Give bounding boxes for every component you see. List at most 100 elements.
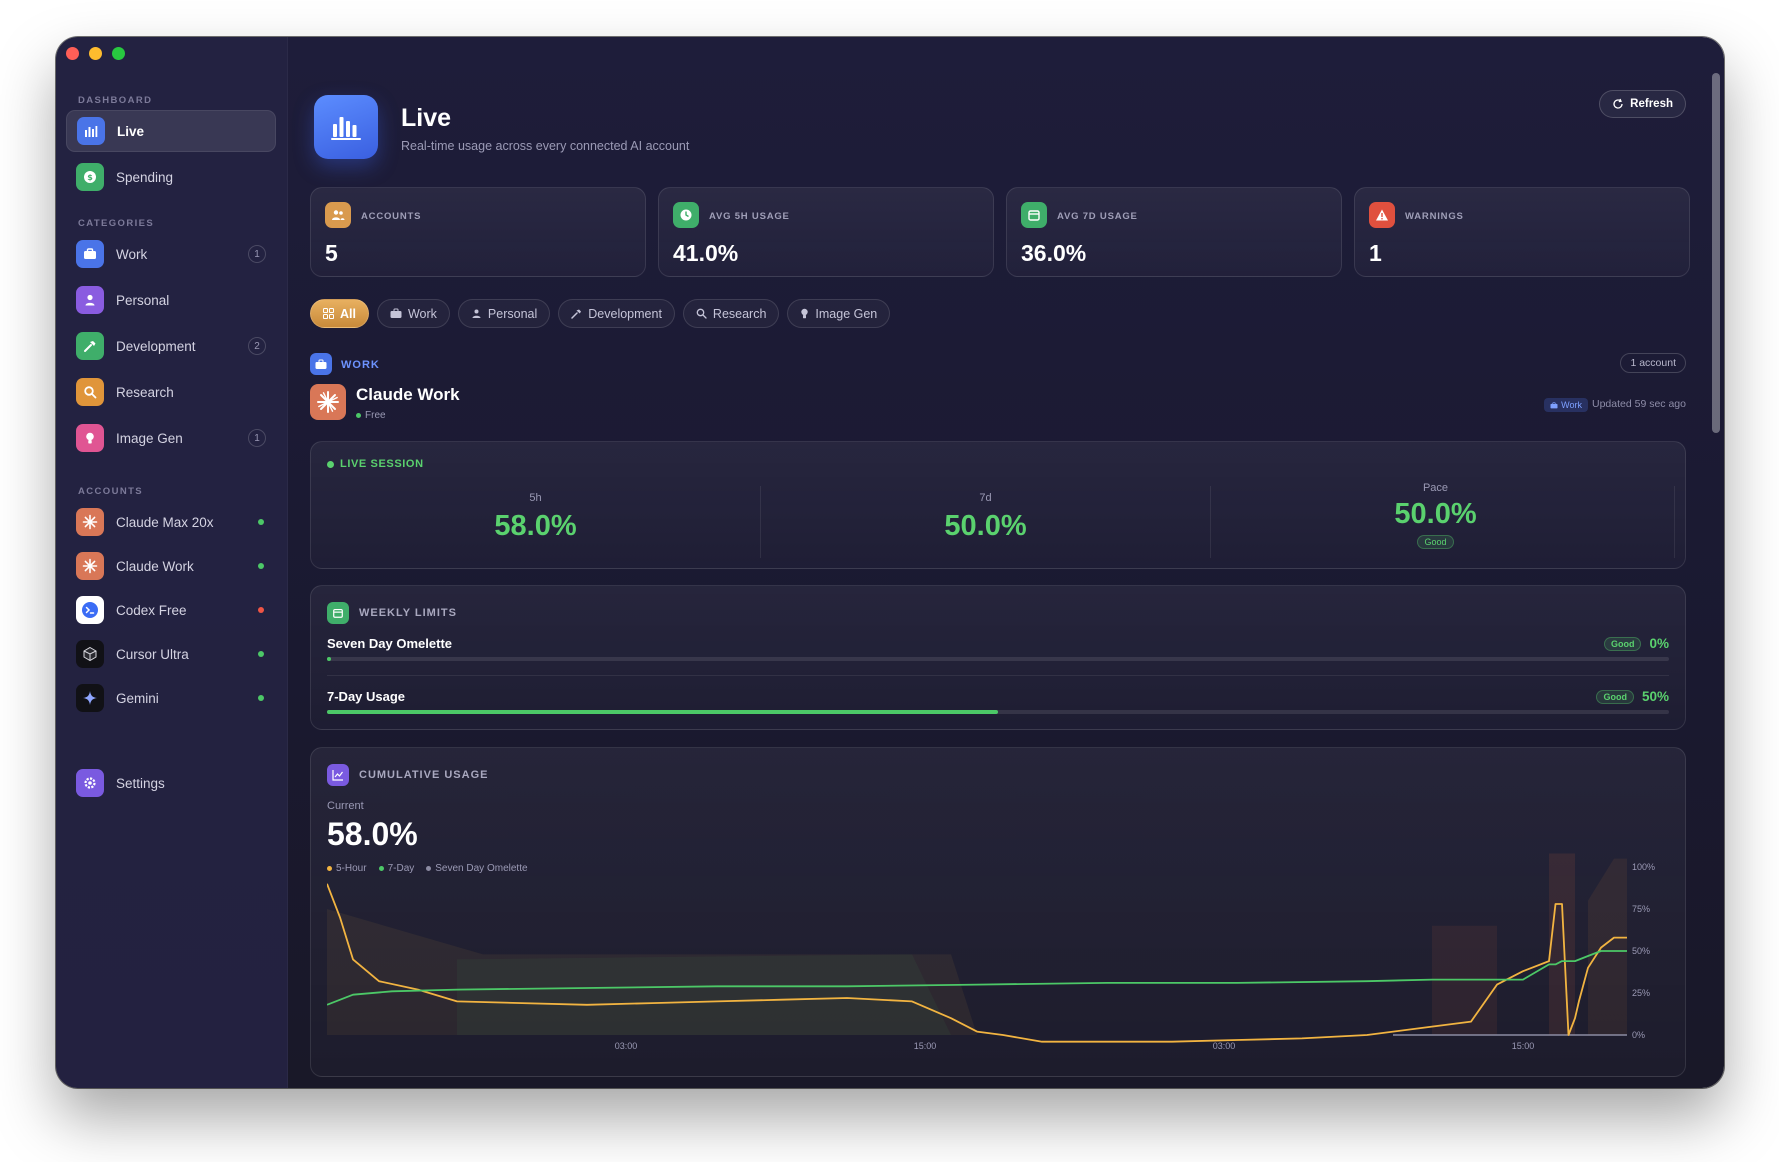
scrollbar-thumb[interactable] [1712,73,1720,433]
chip-label: Work [407,306,437,321]
y-tick-label: 25% [1632,988,1650,998]
live-indicator-dot [327,460,334,468]
limit-value: 0% [1649,636,1669,651]
metric-value: 50.0% [944,510,1027,542]
person-icon [76,286,104,314]
weekly-limits-panel: WEEKLY LIMITS Seven Day Omelette Good 0%… [310,585,1686,730]
metric-caption: Pace [1422,482,1449,494]
cumulative-usage-header: CUMULATIVE USAGE [327,764,488,786]
tag-label: Work [1561,400,1582,410]
sidebar-item-label: Spending [116,169,174,185]
limit-row-7-day-usage: 7-Day Usage Good 50% [327,689,1669,729]
briefcase-icon [390,308,402,318]
stat-card-avg-7d: AVG 7D USAGE 36.0% [1006,187,1342,277]
stat-label: AVG 7D USAGE [1057,211,1138,222]
current-label: Current [327,800,364,812]
filter-chip-personal[interactable]: Personal [457,299,551,328]
zoom-window-button[interactable] [112,47,125,60]
status-dot [258,563,264,569]
briefcase-icon [310,353,332,375]
live-session-title: LIVE SESSION [340,458,424,470]
account-count-pill: 1 account [1620,353,1686,373]
x-tick-label: 15:00 [1512,1041,1535,1051]
cumulative-usage-chart: 100% 75% 50% 25% 0% 03:00 15:00 03:00 15:00 [327,853,1655,1051]
briefcase-icon [1550,401,1558,408]
count-badge: 1 [248,245,266,263]
sidebar-item-label: Personal [116,292,170,308]
sidebar-item-work[interactable]: Work 1 [66,233,276,275]
filter-chip-development[interactable]: Development [558,299,675,328]
y-tick-label: 100% [1632,862,1655,872]
sidebar-item-development[interactable]: Development 2 [66,325,276,367]
section-categories: CATEGORIES [78,218,155,229]
account-name: Claude Work [356,385,460,404]
divider [1674,486,1675,558]
sidebar-item-research[interactable]: Research [66,371,276,413]
calendar-icon [1021,202,1047,228]
main-content: Live Real-time usage across every connec… [288,37,1724,1088]
status-dot [258,607,264,613]
cumulative-usage-panel: CUMULATIVE USAGE Current 58.0% 5-Hour 7-… [310,747,1686,1077]
sidebar-account-cursor-ultra[interactable]: Cursor Ultra [66,633,276,675]
metric-pace: Pace 50.0% Good [1211,472,1660,549]
chart-area-7-day [457,954,951,1035]
sidebar-item-image-gen[interactable]: Image Gen 1 [66,417,276,459]
filter-chip-work[interactable]: Work [376,299,450,328]
status-badge: Good [1417,535,1454,549]
claude-logo-icon [76,552,104,580]
plan-label: Free [365,410,386,421]
close-window-button[interactable] [66,47,79,60]
sidebar-item-label: Claude Max 20x [116,514,214,530]
y-tick-label: 75% [1632,904,1650,914]
refresh-button[interactable]: Refresh [1599,90,1686,118]
warning-icon [1369,202,1395,228]
stat-card-avg-5h: AVG 5H USAGE 41.0% [658,187,994,277]
stat-value: 36.0% [1021,240,1087,266]
sidebar-item-label: Image Gen [116,430,183,446]
sidebar-item-spending[interactable]: $ Spending [66,156,276,198]
page-title: Live [401,104,452,132]
filter-chip-research[interactable]: Research [682,299,780,328]
sidebar-item-label: Work [116,246,148,262]
sidebar-account-codex-free[interactable]: Codex Free [66,589,276,631]
refresh-icon [1613,98,1623,109]
sidebar-item-label: Codex Free [116,602,187,618]
minimize-window-button[interactable] [89,47,102,60]
status-badge: Good [1596,689,1634,704]
hammer-icon [571,309,582,319]
stat-card-warnings: WARNINGS 1 [1354,187,1690,277]
sidebar-account-gemini[interactable]: Gemini [66,677,276,719]
filter-chip-all[interactable]: All [310,299,369,328]
limit-name: Seven Day Omelette [327,636,453,651]
filter-chips: All Work Personal Development Research I… [310,299,891,328]
codex-logo-icon [76,596,104,624]
sidebar-account-claude-max[interactable]: Claude Max 20x [66,501,276,543]
sidebar-account-claude-work[interactable]: Claude Work [66,545,276,587]
sidebar-item-label: Cursor Ultra [116,646,189,662]
filter-chip-image-gen[interactable]: Image Gen [787,299,891,328]
person-icon [472,309,481,318]
category-tag: Work [1544,398,1588,412]
dollar-icon: $ [76,163,104,191]
sidebar-item-personal[interactable]: Personal [66,279,276,321]
sidebar-item-live[interactable]: Live [66,110,276,152]
count-badge: 1 [248,429,266,447]
divider [327,675,1669,676]
count-badge: 2 [248,337,266,355]
chart-area-spike [1588,858,1627,1035]
people-icon [325,202,351,228]
claude-logo-icon [310,384,346,420]
sidebar-item-settings[interactable]: Settings [66,762,276,804]
metric-7d: 7d 50.0% [761,482,1210,552]
metric-caption: 5h [529,492,542,504]
limit-row-seven-day-omelette: Seven Day Omelette Good 0% [327,636,1669,676]
limit-name: 7-Day Usage [327,689,406,704]
chip-label: All [340,306,356,321]
chart-area-spike [1549,853,1575,1035]
y-tick-label: 50% [1632,946,1650,956]
app-window: DASHBOARD Live $ Spending CATEGORIES Wor… [56,37,1724,1088]
progress-track [327,657,1669,661]
svg-text:$: $ [87,173,93,182]
chip-label: Development [588,306,662,321]
status-dot [258,695,264,701]
